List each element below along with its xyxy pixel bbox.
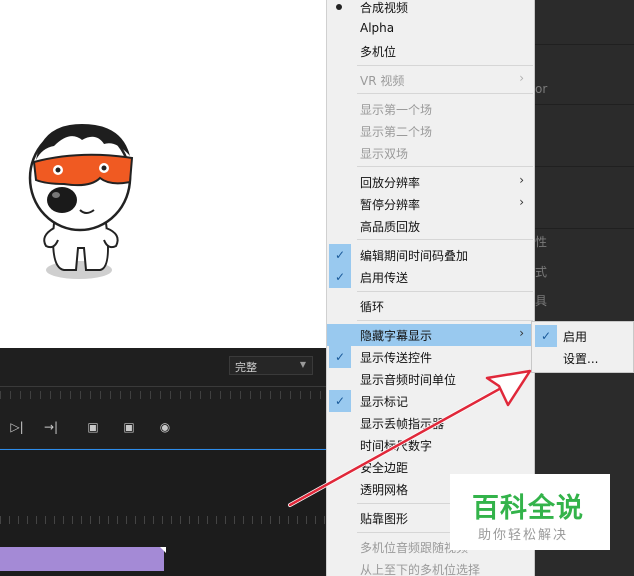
premiere-window: 完整 ▼ ▷| →| ▣ ▣ ◉ or 性 式 具 合成视频 Alpha 多机位… xyxy=(0,0,634,576)
watermark-title: 百科全说 xyxy=(472,493,584,524)
watermark-subtitle: 助你轻松解决 xyxy=(478,528,569,543)
watermark-logo: 百科全说 助你轻松解决 xyxy=(450,474,610,550)
